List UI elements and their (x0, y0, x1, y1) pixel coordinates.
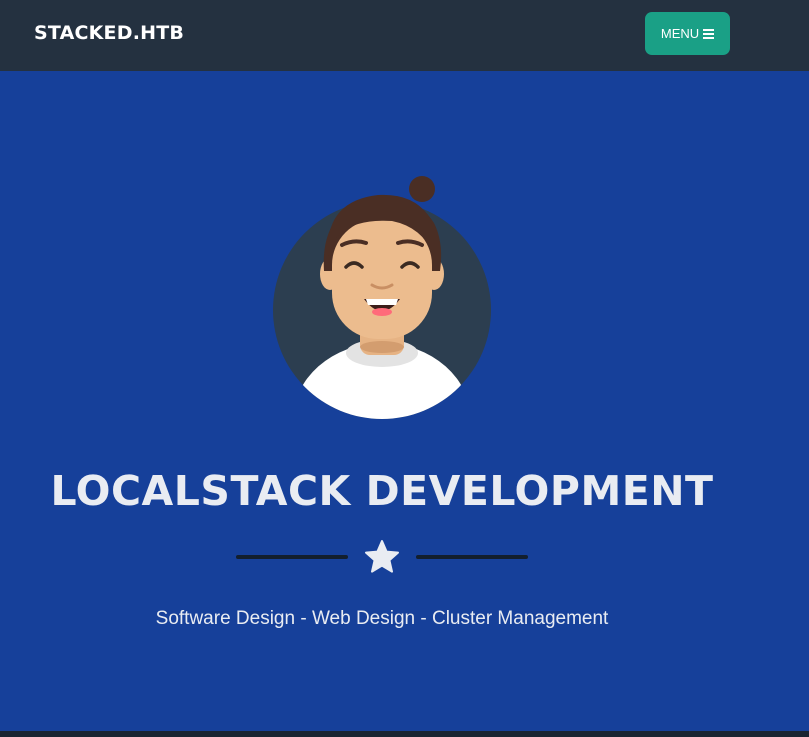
brand-link[interactable]: STACKED.HTB (34, 21, 184, 45)
star-icon (365, 540, 399, 573)
menu-label: MENU (660, 26, 700, 41)
avatar-illustration (273, 176, 491, 419)
star-divider (236, 537, 528, 577)
masthead: LOCALSTACK DEVELOPMENT Software Design -… (0, 71, 809, 731)
next-section-edge (0, 731, 809, 737)
navbar: STACKED.HTB MENU (0, 0, 809, 71)
page-subtitle: Software Design - Web Design - Cluster M… (155, 608, 609, 629)
page-title: LOCALSTACK DEVELOPMENT (50, 467, 714, 515)
divider-line-left (236, 555, 348, 559)
menu-button[interactable]: MENU (645, 12, 730, 55)
bars-icon (703, 28, 715, 39)
divider-line-right (416, 555, 528, 559)
